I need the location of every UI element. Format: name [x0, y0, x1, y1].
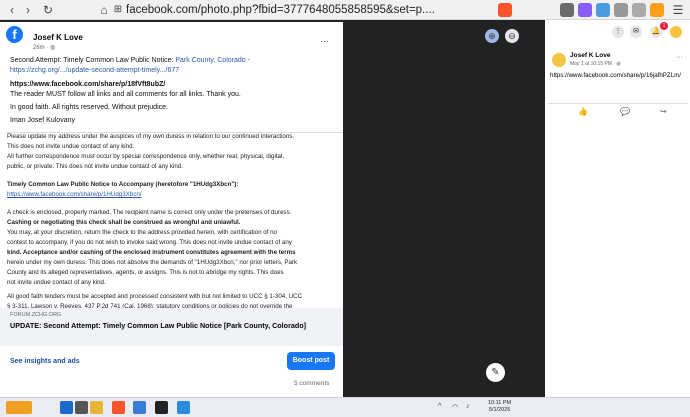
menu-icon[interactable]: ☰: [670, 2, 686, 18]
edit-icon[interactable]: ✎: [486, 363, 505, 382]
boost-post-button[interactable]: Boost post: [287, 352, 335, 370]
sidebar-date[interactable]: May 1 at 10:15 PM · ◍: [570, 61, 621, 67]
zoom-out-icon[interactable]: ⊖: [505, 29, 519, 43]
document-line: This does not invite undue contact of an…: [7, 143, 135, 150]
network-icon[interactable]: ◠: [452, 403, 458, 411]
browser-toolbar: ‹ › ↻ ⌂ ⊞ facebook.com/photo.php?fbid=37…: [0, 0, 690, 20]
divider: [548, 103, 688, 104]
zchg-link[interactable]: https://zchg.org/.../update-second-attem…: [10, 67, 179, 74]
document-line: not invite undue contact of any kind.: [7, 279, 106, 286]
clock-time: 10:11 PM: [488, 400, 512, 406]
notification-badge: 1: [660, 22, 668, 30]
reload-button[interactable]: ↻: [40, 2, 56, 18]
document-line: herein under my own duress. This does no…: [7, 259, 298, 266]
sidebar-timestamp: May 1 at 10:15 PM ·: [570, 61, 617, 67]
brave-wallet-icon[interactable]: [650, 3, 664, 17]
document-line: Cashing or negotiating this check shall …: [7, 219, 241, 226]
like-icon[interactable]: 👍: [578, 107, 588, 116]
extension-icon[interactable]: [596, 3, 610, 17]
profile-avatar[interactable]: [670, 26, 682, 38]
post-author[interactable]: Josef K Love: [33, 33, 83, 42]
comment-icon[interactable]: 💬: [620, 107, 630, 116]
file-explorer-icon[interactable]: [90, 401, 103, 414]
document-line: All good faith tenders must be accepted …: [7, 293, 303, 300]
facebook-share-link[interactable]: https://www.facebook.com/share/p/18fVft8…: [10, 81, 165, 88]
post-text-line: Second Attempt: Timely Common Law Public…: [10, 57, 250, 64]
sidebar-post-text[interactable]: https://www.facebook.com/share/p/16jafhP…: [550, 71, 685, 80]
document-line: All further correspondence must occur by…: [7, 153, 285, 160]
document-line: You may, at your discretion, return the …: [7, 229, 277, 236]
forward-button[interactable]: ›: [20, 2, 36, 18]
post-signature: Iman Josef Kulovany: [10, 117, 75, 124]
weather-widget-icon[interactable]: [6, 401, 32, 414]
volume-icon[interactable]: ♪: [466, 403, 470, 410]
post-text: In good faith. All rights reserved. With…: [10, 104, 168, 111]
document-link[interactable]: https://www.facebook.com/share/p/1HUdg3X…: [7, 191, 141, 198]
link-preview[interactable]: FORUM.ZCHG.ORG UPDATE: Second Attempt: T…: [0, 308, 343, 346]
see-insights-link[interactable]: See insights and ads: [10, 358, 80, 365]
back-button[interactable]: ‹: [4, 2, 20, 18]
brave-shield-icon[interactable]: [498, 3, 512, 17]
document-line: kind. Acceptance and/or cashing of the e…: [7, 249, 296, 256]
app-icon[interactable]: [155, 401, 168, 414]
author-avatar[interactable]: [552, 53, 566, 67]
sidebar-author[interactable]: Josef K Love: [570, 52, 610, 59]
globe-icon: ◍: [616, 61, 621, 67]
start-icon[interactable]: [60, 401, 73, 414]
post-text: Second Attempt: Timely Common Law Public…: [10, 57, 176, 64]
sidebar-more-icon[interactable]: ···: [676, 54, 683, 61]
document-line: Please update my address under the auspi…: [7, 133, 295, 140]
document-line: public, or private. This does not invite…: [7, 163, 183, 170]
puzzle-icon[interactable]: [614, 3, 628, 17]
system-clock[interactable]: 10:11 PM 5/1/2025: [488, 400, 511, 414]
park-county-link[interactable]: Park County, Colorado -: [175, 57, 250, 64]
app-icon[interactable]: [177, 401, 190, 414]
app-icon[interactable]: [133, 401, 146, 414]
messenger-icon[interactable]: ✉: [630, 26, 642, 38]
preview-title[interactable]: UPDATE: Second Attempt: Timely Common La…: [10, 321, 330, 330]
sidebar-toggle-icon[interactable]: [632, 3, 646, 17]
globe-icon: ◍: [50, 45, 56, 51]
post-text: The reader MUST follow all links and all…: [10, 91, 241, 98]
preview-source: FORUM.ZCHG.ORG: [10, 312, 62, 318]
site-info-icon[interactable]: ⊞: [110, 2, 126, 18]
taskview-icon[interactable]: [75, 401, 88, 414]
share-icon[interactable]: ↪: [660, 107, 667, 116]
clock-date: 5/1/2025: [488, 407, 511, 413]
document-line: contest to accompany, if you do not wish…: [7, 239, 292, 246]
zoom-in-icon[interactable]: ⊕: [485, 29, 499, 43]
brave-browser-icon[interactable]: [112, 401, 125, 414]
document-line: A check is enclosed, properly marked. Th…: [7, 209, 292, 216]
extension-icon[interactable]: [560, 3, 574, 17]
post-more-icon[interactable]: ···: [320, 36, 329, 46]
apps-menu-icon[interactable]: ⋮: [612, 26, 624, 38]
document-scan: Please update my address under the auspi…: [5, 132, 342, 312]
post-timestamp: 26m ·: [33, 45, 51, 51]
post-time: 26m · ◍: [33, 44, 55, 51]
facebook-logo-icon[interactable]: f: [6, 26, 23, 43]
taskbar: ^ ◠ ♪ 10:11 PM 5/1/2025: [0, 397, 690, 417]
extension-icon[interactable]: [578, 3, 592, 17]
tray-chevron-icon[interactable]: ^: [438, 403, 441, 410]
comments-count[interactable]: 5 comments: [294, 380, 329, 387]
address-bar[interactable]: facebook.com/photo.php?fbid=377764805585…: [126, 2, 510, 18]
document-line: County and its alleged representatives, …: [7, 269, 284, 276]
document-line: Timely Common Law Public Notice to Accom…: [7, 181, 239, 188]
